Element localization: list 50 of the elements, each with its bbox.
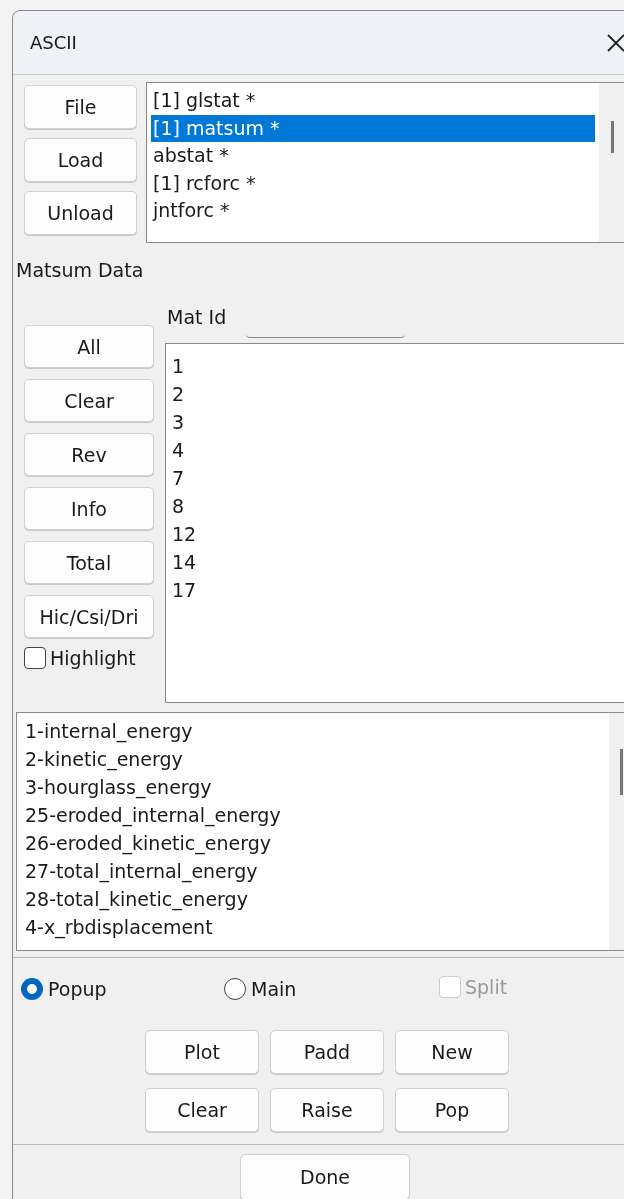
file-list-item[interactable]: [1] matsum * xyxy=(151,114,595,142)
selection-button[interactable]: Info xyxy=(24,487,154,530)
plot-action-button[interactable]: Pop xyxy=(395,1088,509,1132)
component-item[interactable]: 27-total_internal_energy xyxy=(21,857,605,885)
mat-id-label: Mat Id xyxy=(167,306,227,328)
selection-button[interactable]: Total xyxy=(24,541,154,584)
radio-label: Popup xyxy=(48,978,107,1000)
file-list-item[interactable]: jntforc * xyxy=(151,197,595,225)
selection-button[interactable]: Clear xyxy=(24,379,154,422)
radio-label: Main xyxy=(251,978,297,1000)
file-action-button[interactable]: File xyxy=(24,85,137,129)
file-action-button[interactable]: Unload xyxy=(24,191,137,235)
scrollbar[interactable] xyxy=(599,83,624,242)
checkbox-label: Highlight xyxy=(50,647,136,669)
plot-action-button[interactable]: Clear xyxy=(145,1088,259,1132)
plot-action-button[interactable]: Raise xyxy=(270,1088,384,1132)
mat-id-item[interactable]: 4 xyxy=(172,436,624,464)
radio-button[interactable] xyxy=(21,978,43,1000)
plot-action-button[interactable]: Plot xyxy=(145,1030,259,1074)
file-action-button[interactable]: Load xyxy=(24,138,137,182)
mat-id-item[interactable]: 7 xyxy=(172,464,624,492)
mat-id-item[interactable]: 2 xyxy=(172,380,624,408)
section-label: Matsum Data xyxy=(15,258,145,283)
selection-button[interactable]: All xyxy=(24,325,154,368)
highlight-checkbox[interactable] xyxy=(24,647,46,669)
file-list-item[interactable]: [1] rcforc * xyxy=(151,169,595,197)
mat-id-item[interactable]: 14 xyxy=(172,548,624,576)
mat-id-item[interactable]: 3 xyxy=(172,408,624,436)
done-button[interactable]: Done xyxy=(240,1154,410,1199)
component-item[interactable]: 26-eroded_kinetic_energy xyxy=(21,829,605,857)
component-item[interactable]: 28-total_kinetic_energy xyxy=(21,885,605,913)
selection-button[interactable]: Rev xyxy=(24,433,154,476)
radio-button[interactable] xyxy=(224,978,246,1000)
selection-button[interactable]: Hic/Csi/Dri xyxy=(24,595,154,638)
close-icon[interactable] xyxy=(606,32,624,53)
mat-id-item[interactable]: 8 xyxy=(172,492,624,520)
checkbox-label: Split xyxy=(465,976,508,998)
component-item[interactable]: 4-x_rbdisplacement xyxy=(21,913,605,941)
component-item[interactable]: 2-kinetic_energy xyxy=(21,745,605,773)
window-title: ASCII xyxy=(30,32,77,53)
mat-id-item[interactable]: 12 xyxy=(172,520,624,548)
component-item[interactable]: 3-hourglass_energy xyxy=(21,773,605,801)
mat-id-item[interactable]: 1 xyxy=(172,352,624,380)
component-item[interactable]: 1-internal_energy xyxy=(21,717,605,745)
component-item[interactable]: 25-eroded_internal_energy xyxy=(21,801,605,829)
mat-id-item[interactable]: 17 xyxy=(172,576,624,604)
file-list-item[interactable]: [1] glstat * xyxy=(151,87,595,115)
plot-action-button[interactable]: Padd xyxy=(270,1030,384,1074)
plot-action-button[interactable]: New xyxy=(395,1030,509,1074)
file-list-item[interactable]: abstat * xyxy=(151,142,595,170)
